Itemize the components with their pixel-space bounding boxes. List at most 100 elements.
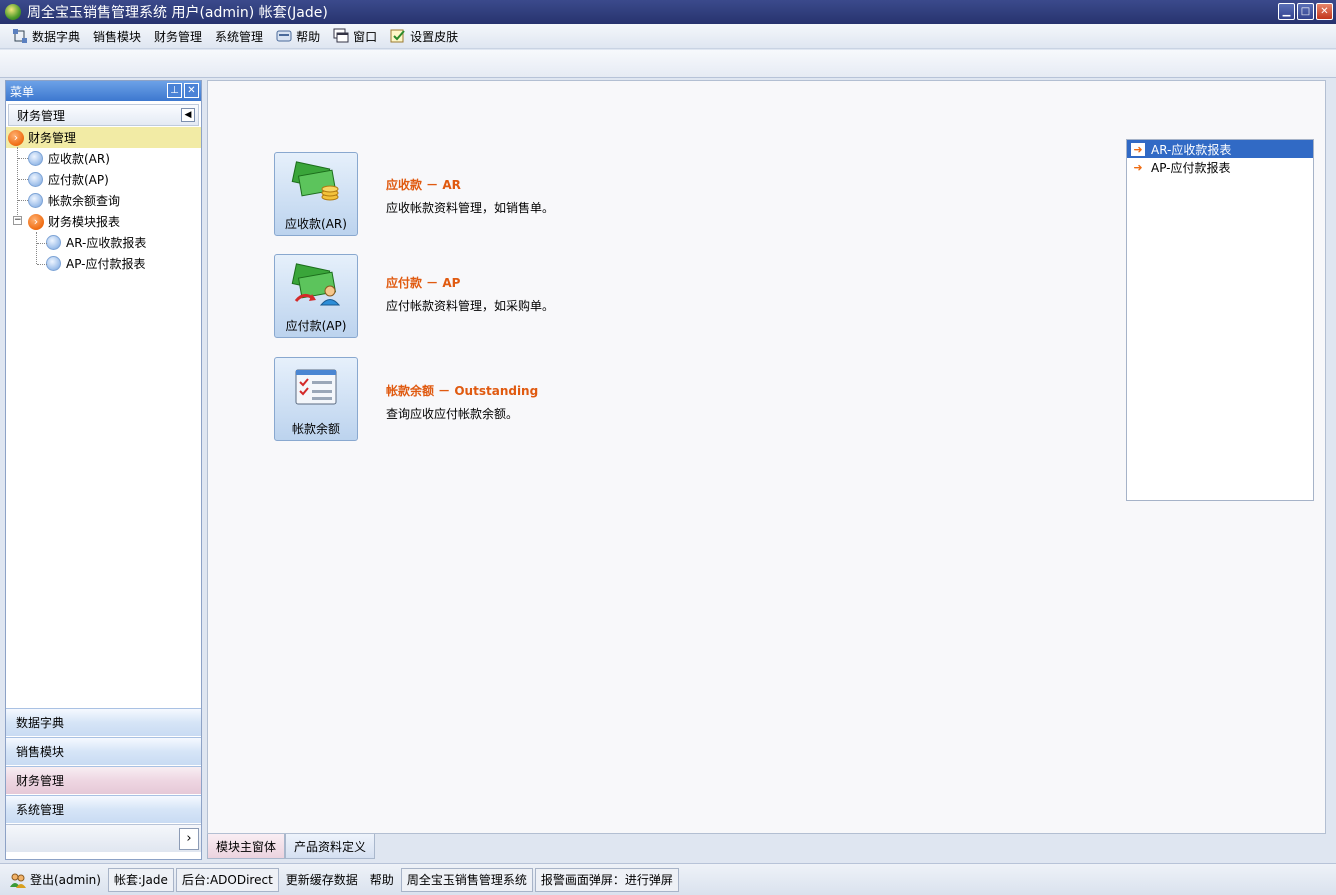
ar-title: 应收款 － AR: [386, 178, 461, 192]
arrow-right-icon: ➜: [1131, 142, 1145, 156]
tree-item-balance-query[interactable]: 帐款余额查询: [6, 190, 201, 211]
money-user-icon: [291, 263, 341, 306]
tree-node-label: AP-应付款报表: [66, 257, 146, 271]
tree-subgroup-reports[interactable]: › 财务模块报表: [6, 211, 201, 232]
checklist-icon: [295, 369, 337, 405]
tree-line: [36, 232, 37, 264]
nav-group-finance[interactable]: 财务管理: [6, 766, 201, 794]
tab-product-definition[interactable]: 产品资料定义: [285, 834, 376, 859]
logout-button[interactable]: 登出(admin): [4, 868, 106, 892]
ar-text: 应收帐款资料管理，如销售单。: [386, 201, 555, 215]
tree-item-ap[interactable]: 应付款(AP): [6, 169, 201, 190]
nav-group-data-dictionary[interactable]: 数据字典: [6, 708, 201, 736]
tree-node-label: 应收款(AR): [48, 152, 110, 166]
blue-orb-icon: [28, 151, 43, 166]
window-title: 周全宝玉销售管理系统 用户(admin) 帐套(Jade): [27, 5, 328, 21]
close-icon[interactable]: ✕: [184, 83, 199, 98]
menu-data-dictionary[interactable]: 数据字典: [8, 25, 89, 47]
app-logo-icon: [5, 4, 21, 20]
status-bar: 登出(admin) 帐套:Jade 后台:ADODirect 更新缓存数据 帮助…: [0, 863, 1336, 895]
tree-line: [37, 243, 47, 244]
main-content: 应收款(AR) 应收款 － AR 应收帐款资料管理，如销售单。 应付款(AP) …: [207, 80, 1326, 834]
sidebar-group-header[interactable]: 财务管理 ◀: [8, 104, 199, 126]
logout-label: 登出(admin): [30, 873, 101, 887]
ap-button-label: 应付款(AP): [285, 319, 347, 333]
refresh-cache-button[interactable]: 更新缓存数据: [281, 868, 363, 892]
report-label: AR-应收款报表: [1151, 142, 1232, 157]
blue-orb-icon: [46, 235, 61, 250]
ar-description: 应收款 － AR 应收帐款资料管理，如销售单。: [386, 176, 554, 216]
sidebar-group-label: 财务管理: [17, 108, 66, 123]
tab-module-main[interactable]: 模块主窗体: [207, 834, 286, 859]
menu-bar: 数据字典 销售模块 财务管理 系统管理 帮助 窗口 设置皮肤: [0, 24, 1336, 49]
collapse-tree-icon[interactable]: −: [13, 216, 22, 225]
chevron-left-icon[interactable]: ◀: [181, 108, 195, 122]
report-list: ➜ AR-应收款报表 ➜ AP-应付款报表: [1126, 139, 1314, 501]
nav-group-sales[interactable]: 销售模块: [6, 737, 201, 765]
sidebar-header: 菜单 ⊥ ✕: [6, 81, 201, 101]
chevron-right-icon[interactable]: ›: [179, 828, 199, 850]
menu-help[interactable]: 帮助: [272, 25, 329, 47]
tree-node-label: 帐款余额查询: [48, 194, 121, 208]
menu-label: 设置皮肤: [410, 29, 459, 44]
menu-label: 数据字典: [32, 29, 81, 44]
status-alert-popup[interactable]: 报警画面弹屏：进行弹屏: [534, 867, 679, 892]
arrow-right-icon: ➜: [1133, 160, 1143, 174]
ap-text: 应付帐款资料管理，如采购单。: [386, 299, 555, 313]
sidebar-panel: 菜单 ⊥ ✕ 财务管理 ◀ › 财务管理 应收款(AR) 应付款(AP) 帐款余…: [5, 80, 202, 860]
blue-orb-icon: [28, 193, 43, 208]
menu-tree: › 财务管理 应收款(AR) 应付款(AP) 帐款余额查询 › 财务模块报表 A…: [6, 126, 201, 274]
menu-skin-settings[interactable]: 设置皮肤: [386, 25, 467, 47]
tree-node-label: 财务模块报表: [48, 215, 121, 229]
tree-root-finance[interactable]: › 财务管理: [6, 127, 201, 148]
status-backend: 后台:ADODirect: [175, 867, 279, 892]
menu-label: 销售模块: [93, 29, 142, 44]
tree-node-label: 财务管理: [28, 131, 77, 145]
document-tabs: 模块主窗体 产品资料定义: [207, 834, 376, 859]
balance-description: 帐款余额 － Outstanding 查询应收应付帐款余额。: [386, 382, 538, 422]
menu-label: 帮助: [296, 29, 321, 44]
pin-icon[interactable]: ⊥: [167, 83, 182, 98]
report-item-ap[interactable]: ➜ AP-应付款报表: [1127, 158, 1313, 176]
close-button[interactable]: ✕: [1316, 3, 1333, 20]
tree-item-ar[interactable]: 应收款(AR): [6, 148, 201, 169]
menu-label: 财务管理: [154, 29, 203, 44]
window-icon: [333, 28, 349, 43]
status-system-name: 周全宝玉销售管理系统: [400, 867, 533, 892]
status-help-button[interactable]: 帮助: [365, 868, 399, 892]
ap-description: 应付款 － AP 应付帐款资料管理，如采购单。: [386, 274, 554, 314]
orange-arrow-icon: ›: [8, 129, 24, 146]
report-label: AP-应付款报表: [1151, 160, 1231, 175]
skin-icon: [390, 29, 405, 43]
users-icon: [10, 873, 26, 888]
balance-text: 查询应收应付帐款余额。: [386, 407, 519, 421]
toolbar: [0, 50, 1336, 78]
balance-title: 帐款余额 － Outstanding: [386, 384, 539, 398]
ap-module-button[interactable]: 应付款(AP): [274, 254, 358, 338]
orange-arrow-icon: ›: [28, 213, 44, 230]
balance-button-label: 帐款余额: [291, 422, 340, 436]
tree-node-label: AR-应收款报表: [66, 236, 147, 250]
status-account: 帐套:Jade: [107, 867, 174, 892]
ar-module-button[interactable]: 应收款(AR): [274, 152, 358, 236]
ar-button-label: 应收款(AR): [285, 217, 347, 231]
report-item-ar[interactable]: ➜ AR-应收款报表: [1127, 140, 1313, 158]
menu-finance[interactable]: 财务管理: [150, 25, 211, 47]
tree-line: [18, 158, 28, 159]
minimize-button[interactable]: ▁: [1278, 3, 1295, 20]
menu-system[interactable]: 系统管理: [211, 25, 272, 47]
maximize-button[interactable]: □: [1297, 3, 1314, 20]
tree-node-label: 应付款(AP): [48, 173, 109, 187]
menu-window[interactable]: 窗口: [329, 25, 386, 47]
nav-group-system[interactable]: 系统管理: [6, 795, 201, 823]
menu-sales-module[interactable]: 销售模块: [89, 25, 150, 47]
menu-label: 系统管理: [215, 29, 264, 44]
tree-line: [18, 200, 28, 201]
nav-groups: 数据字典 销售模块 财务管理 系统管理 ›: [6, 707, 201, 852]
help-icon: [276, 30, 292, 42]
sidebar-title: 菜单: [10, 84, 35, 99]
tree-line: [18, 179, 28, 180]
title-bar: 周全宝玉销售管理系统 用户(admin) 帐套(Jade) ▁ □ ✕: [0, 0, 1336, 24]
balance-module-button[interactable]: 帐款余额: [274, 357, 358, 441]
tree-line: [37, 264, 47, 265]
